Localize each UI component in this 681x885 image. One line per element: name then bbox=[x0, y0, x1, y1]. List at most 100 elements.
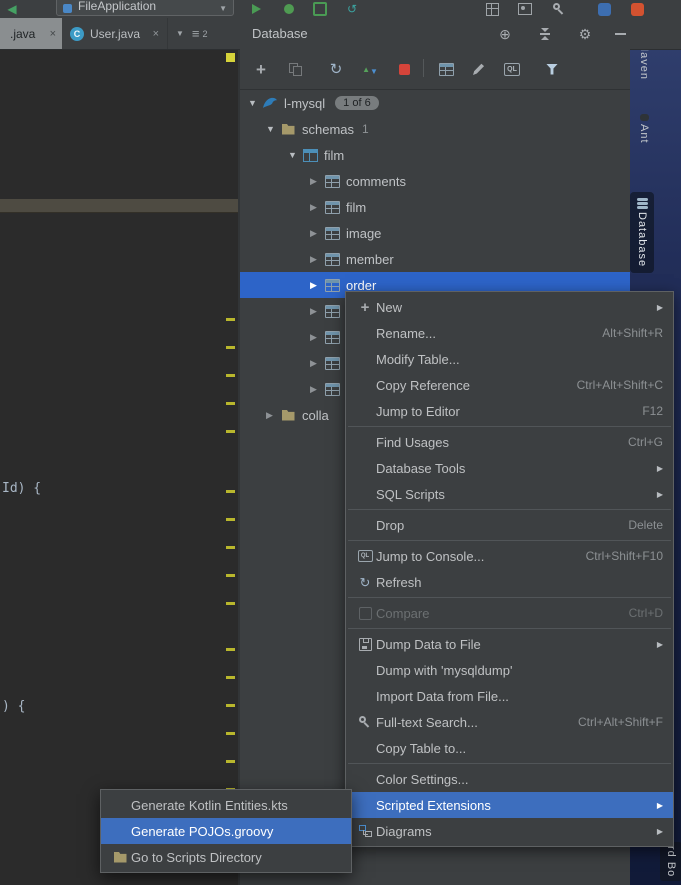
warning-stripe-mark[interactable] bbox=[226, 318, 235, 321]
warning-stripe-mark[interactable] bbox=[226, 490, 235, 493]
sync-icon[interactable]: ▲ ▼ bbox=[361, 60, 379, 78]
chevron-collapsed-icon[interactable]: ▶ bbox=[266, 410, 280, 421]
settings-gear-icon[interactable]: ⚙ bbox=[577, 26, 593, 42]
grid-icon[interactable] bbox=[484, 1, 500, 17]
copy-icon[interactable] bbox=[286, 60, 304, 78]
warning-stripe-mark[interactable] bbox=[226, 402, 235, 405]
tree-row-table[interactable]: ▶ comments bbox=[240, 168, 630, 194]
warning-stripe-mark[interactable] bbox=[226, 574, 235, 577]
run-icon[interactable] bbox=[248, 1, 264, 17]
warning-stripe-mark[interactable] bbox=[226, 760, 235, 763]
add-icon[interactable]: + bbox=[252, 60, 270, 78]
debug-icon[interactable] bbox=[281, 1, 297, 17]
tree-row-schemas[interactable]: ▼ schemas 1 bbox=[240, 116, 630, 142]
warning-stripe-mark[interactable] bbox=[226, 704, 235, 707]
submenu-item-go-to-scripts-directory[interactable]: Go to Scripts Directory bbox=[101, 844, 351, 870]
image-icon[interactable] bbox=[517, 1, 533, 17]
coverage-icon[interactable] bbox=[312, 1, 328, 17]
submenu-item-generate-kotlin-entities[interactable]: Generate Kotlin Entities.kts bbox=[101, 792, 351, 818]
menu-item-dump-with-mysqldump[interactable]: Dump with 'mysqldump' bbox=[346, 657, 673, 683]
menu-item-copy-table-to[interactable]: Copy Table to... bbox=[346, 735, 673, 761]
app-orange-icon[interactable] bbox=[629, 1, 645, 17]
tree-label: film bbox=[346, 199, 367, 215]
collapse-icon[interactable] bbox=[537, 26, 553, 42]
menu-item-modify-table[interactable]: Modify Table... bbox=[346, 346, 673, 372]
chevron-expanded-icon[interactable]: ▼ bbox=[266, 124, 280, 134]
refresh-icon[interactable]: ↻ bbox=[327, 60, 345, 78]
menu-item-full-text-search[interactable]: Full-text Search... Ctrl+Alt+Shift+F bbox=[346, 709, 673, 735]
chevron-expanded-icon[interactable]: ▼ bbox=[248, 98, 262, 108]
menu-item-diagrams[interactable]: Diagrams ▶ bbox=[346, 818, 673, 844]
warning-stripe-mark[interactable] bbox=[226, 602, 235, 605]
tree-row-table[interactable]: ▶ film bbox=[240, 194, 630, 220]
editor-area[interactable]: Id) { ) { bbox=[0, 49, 238, 885]
menu-item-copy-reference[interactable]: Copy Reference Ctrl+Alt+Shift+C bbox=[346, 372, 673, 398]
tool-window-button-database[interactable]: Database bbox=[630, 192, 654, 274]
tree-row-schema-film[interactable]: ▼ film bbox=[240, 142, 630, 168]
chevron-collapsed-icon[interactable]: ▶ bbox=[310, 176, 324, 187]
stop-icon[interactable] bbox=[395, 60, 413, 78]
warning-stripe-mark[interactable] bbox=[226, 374, 235, 377]
menu-item-jump-to-console[interactable]: QL Jump to Console... Ctrl+Shift+F10 bbox=[346, 543, 673, 569]
search-icon[interactable] bbox=[551, 1, 567, 17]
menu-item-database-tools[interactable]: Database Tools ▶ bbox=[346, 455, 673, 481]
tree-row-table[interactable]: ▶ member bbox=[240, 246, 630, 272]
menu-item-sql-scripts[interactable]: SQL Scripts ▶ bbox=[346, 481, 673, 507]
menu-item-label: Generate Kotlin Entities.kts bbox=[131, 797, 288, 813]
warning-stripe-mark[interactable] bbox=[226, 676, 235, 679]
edit-icon[interactable] bbox=[470, 60, 488, 78]
close-icon[interactable]: × bbox=[153, 28, 159, 40]
menu-item-jump-to-editor[interactable]: Jump to Editor F12 bbox=[346, 398, 673, 424]
chevron-collapsed-icon[interactable]: ▶ bbox=[310, 306, 324, 317]
globe-icon[interactable]: ⊕ bbox=[497, 26, 513, 42]
tool-window-button-ant[interactable]: Ant bbox=[632, 114, 656, 144]
tree-label: colla bbox=[302, 407, 329, 423]
close-icon[interactable]: × bbox=[50, 28, 56, 40]
warning-stripe-mark[interactable] bbox=[226, 732, 235, 735]
filter-icon[interactable] bbox=[543, 60, 561, 78]
menu-item-find-usages[interactable]: Find Usages Ctrl+G bbox=[346, 429, 673, 455]
chevron-collapsed-icon[interactable]: ▶ bbox=[310, 332, 324, 343]
refresh-icon: ↻ bbox=[359, 574, 371, 590]
editor-error-stripe[interactable] bbox=[224, 49, 238, 885]
tree-row-datasource[interactable]: ▼ l-mysql 1 of 6 bbox=[240, 90, 630, 116]
menu-item-color-settings[interactable]: Color Settings... bbox=[346, 766, 673, 792]
warning-stripe-mark[interactable] bbox=[226, 430, 235, 433]
menu-item-rename[interactable]: Rename... Alt+Shift+R bbox=[346, 320, 673, 346]
tree-row-table[interactable]: ▶ image bbox=[240, 220, 630, 246]
update-icon[interactable]: ↺ bbox=[344, 1, 360, 17]
warning-summary-mark[interactable] bbox=[226, 53, 235, 62]
chevron-collapsed-icon[interactable]: ▶ bbox=[310, 384, 324, 395]
console-icon[interactable]: QL bbox=[503, 60, 521, 78]
tool-window-button-bottom[interactable]: rd Bo bbox=[660, 842, 681, 882]
chevron-collapsed-icon[interactable]: ▶ bbox=[310, 280, 324, 291]
submenu-arrow-icon: ▶ bbox=[656, 302, 663, 312]
chevron-collapsed-icon[interactable]: ▶ bbox=[310, 202, 324, 213]
back-icon[interactable]: ◀ bbox=[4, 1, 20, 17]
submenu-item-generate-pojos[interactable]: Generate POJOs.groovy bbox=[101, 818, 351, 844]
warning-stripe-mark[interactable] bbox=[226, 518, 235, 521]
app-blue-icon[interactable] bbox=[596, 1, 612, 17]
run-config-icon bbox=[63, 4, 72, 13]
warning-stripe-mark[interactable] bbox=[226, 546, 235, 549]
table-icon[interactable] bbox=[437, 60, 455, 78]
menu-item-scripted-extensions[interactable]: Scripted Extensions ▶ bbox=[346, 792, 673, 818]
run-configuration-selector[interactable]: FileApplication ▼ bbox=[56, 0, 234, 16]
warning-stripe-mark[interactable] bbox=[226, 648, 235, 651]
tab-java[interactable]: .java × bbox=[0, 18, 62, 49]
toolbar-separator bbox=[423, 59, 424, 77]
chevron-expanded-icon[interactable]: ▼ bbox=[288, 150, 302, 160]
menu-item-new[interactable]: + New ▶ bbox=[346, 294, 673, 320]
menu-item-refresh[interactable]: ↻ Refresh bbox=[346, 569, 673, 595]
menu-item-drop[interactable]: Drop Delete bbox=[346, 512, 673, 538]
chevron-collapsed-icon[interactable]: ▶ bbox=[310, 228, 324, 239]
menu-item-dump-data-to-file[interactable]: Dump Data to File ▶ bbox=[346, 631, 673, 657]
warning-stripe-mark[interactable] bbox=[226, 346, 235, 349]
chevron-collapsed-icon[interactable]: ▶ bbox=[310, 358, 324, 369]
tab-list-icon[interactable]: ≡ bbox=[192, 26, 200, 41]
hide-icon[interactable] bbox=[612, 26, 628, 42]
tab-user-java[interactable]: C User.java × bbox=[62, 18, 168, 49]
chevron-down-icon[interactable]: ▼ bbox=[176, 29, 184, 38]
chevron-collapsed-icon[interactable]: ▶ bbox=[310, 254, 324, 265]
menu-item-import-data-from-file[interactable]: Import Data from File... bbox=[346, 683, 673, 709]
